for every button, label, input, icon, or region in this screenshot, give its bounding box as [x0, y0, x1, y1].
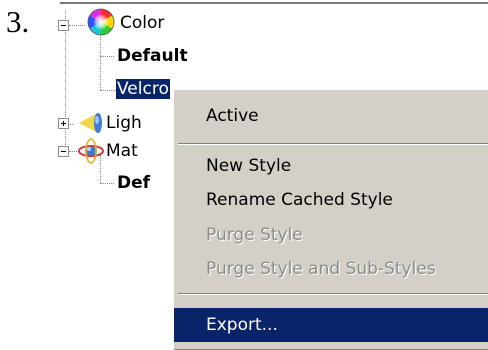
- tree-node-color[interactable]: Color: [120, 12, 164, 34]
- menu-item-active[interactable]: Active: [174, 99, 488, 133]
- material-atom-icon: [78, 138, 104, 164]
- menu-item-rename-cached-style[interactable]: Rename Cached Style: [174, 183, 488, 217]
- tree-node-materials[interactable]: Mat: [106, 140, 138, 162]
- collapse-color-toggle[interactable]: [58, 20, 69, 31]
- menu-separator: [178, 143, 488, 145]
- tree-item-default[interactable]: Default: [117, 45, 188, 67]
- tree-line: [100, 34, 101, 90]
- collapse-materials-toggle[interactable]: [58, 146, 69, 157]
- menu-item-export[interactable]: Export...: [174, 308, 488, 342]
- context-menu: Active New Style Rename Cached Style Pur…: [172, 88, 488, 350]
- color-wheel-icon: [87, 8, 115, 36]
- tree-node-lights[interactable]: Ligh: [106, 112, 142, 134]
- menu-item-purge-style[interactable]: Purge Style: [174, 218, 488, 252]
- tree-line: [100, 90, 116, 91]
- menu-item-purge-style-and-substyles[interactable]: Purge Style and Sub-Styles: [174, 252, 488, 286]
- menu-separator: [178, 293, 488, 295]
- tree-line: [65, 10, 66, 155]
- tree-line: [69, 25, 85, 26]
- menu-item-new-style[interactable]: New Style: [174, 149, 488, 183]
- tree-item-default-material[interactable]: Def: [117, 172, 150, 194]
- tree-line: [100, 56, 114, 57]
- light-cone-icon: [79, 113, 102, 133]
- expand-lights-toggle[interactable]: [58, 118, 69, 129]
- tree-line: [100, 183, 114, 184]
- tree-item-velcro[interactable]: Velcro: [116, 79, 170, 99]
